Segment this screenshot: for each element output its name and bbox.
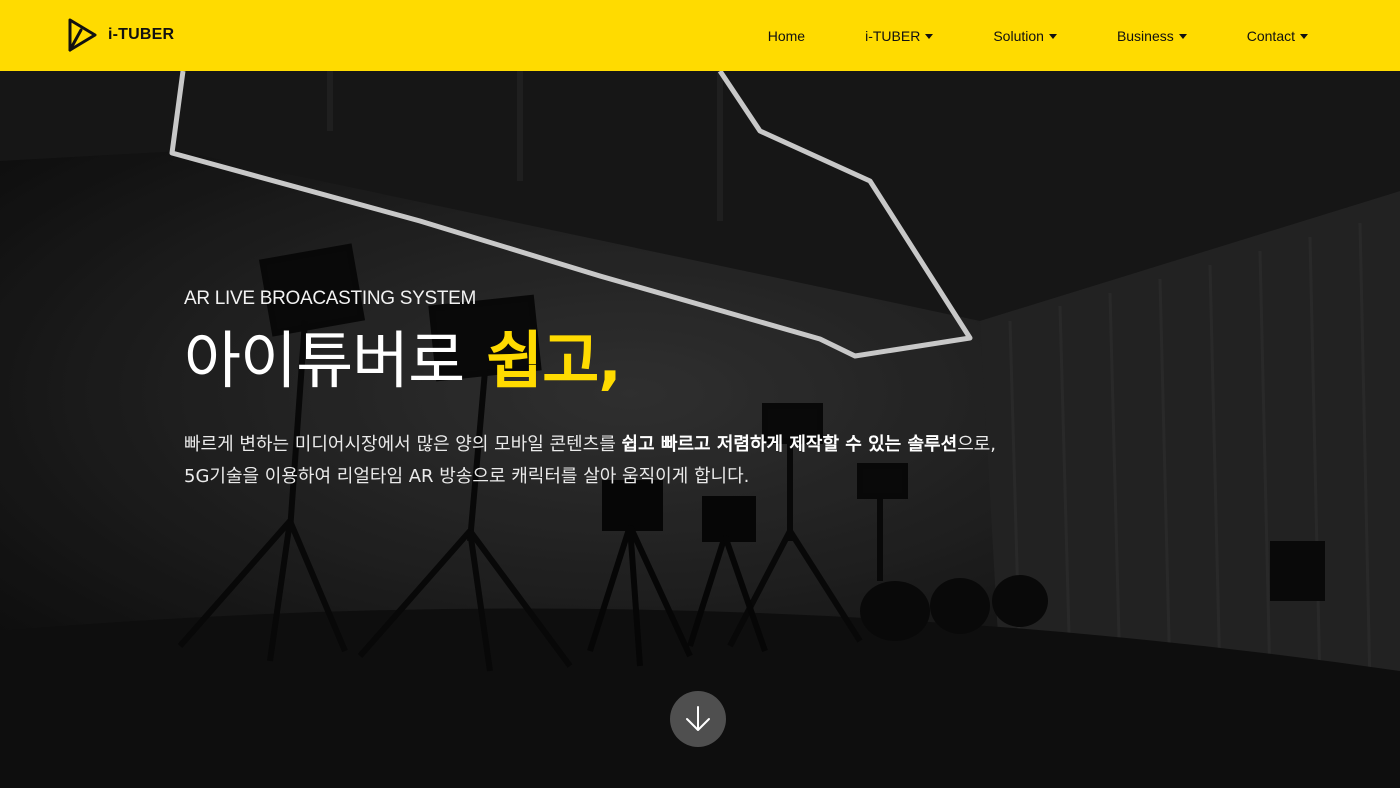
nav-contact[interactable]: Contact	[1247, 28, 1308, 44]
caret-down-icon	[1048, 33, 1057, 39]
brand-logo[interactable]: i-TUBER	[64, 17, 174, 53]
nav-solution-label: Solution	[993, 27, 1044, 44]
hero-headline: 아이튜버로 쉽고,	[184, 323, 622, 399]
headline-main: 아이튜버로	[184, 324, 465, 397]
desc-line2: 5G기술을 이용하여 리얼타임 AR 방송으로 캐릭터를 살아 움직이게 합니다…	[184, 466, 750, 487]
hero-subtitle: AR LIVE BROACASTING SYSTEM	[184, 288, 477, 309]
scroll-down-button[interactable]	[670, 691, 726, 747]
nav-contact-label: Contact	[1246, 27, 1295, 44]
nav-business-label: Business	[1116, 27, 1174, 44]
caret-down-icon	[925, 33, 934, 39]
nav-home[interactable]: Home	[768, 28, 805, 44]
arrow-down-icon	[686, 706, 710, 731]
nav-home-label: Home	[767, 27, 806, 44]
play-triangle-icon	[68, 18, 97, 52]
brand-name: i-TUBER	[108, 26, 175, 43]
caret-down-icon	[1178, 33, 1187, 39]
hero-section: AR LIVE BROACASTING SYSTEM 아이튜버로 쉽고, 빠르게 …	[0, 71, 1400, 788]
hero-description: 빠르게 변하는 미디어시장에서 많은 양의 모바일 콘텐츠를 쉽고 빠르고 저렴…	[184, 429, 1234, 493]
site-header: i-TUBER Home i-TUBER Solution Business C…	[0, 0, 1400, 71]
nav-solution[interactable]: Solution	[993, 28, 1057, 44]
caret-down-icon	[1300, 33, 1308, 39]
nav-ituber-label: i-TUBER	[865, 27, 921, 44]
nav-business[interactable]: Business	[1117, 28, 1187, 44]
headline-accent: 쉽고,	[486, 324, 622, 397]
desc-line1-start: 빠르게 변하는 미디어시장에서 많은 양의 모바일 콘텐츠를	[184, 434, 622, 455]
desc-line1-emphasis: 쉽고 빠르고 저렴하게 제작할 수 있는 솔루션	[621, 434, 958, 455]
nav-ituber[interactable]: i-TUBER	[865, 27, 934, 44]
desc-line1-end: 으로,	[957, 434, 997, 455]
main-nav: Home i-TUBER Solution Business Contact	[708, 0, 1308, 71]
